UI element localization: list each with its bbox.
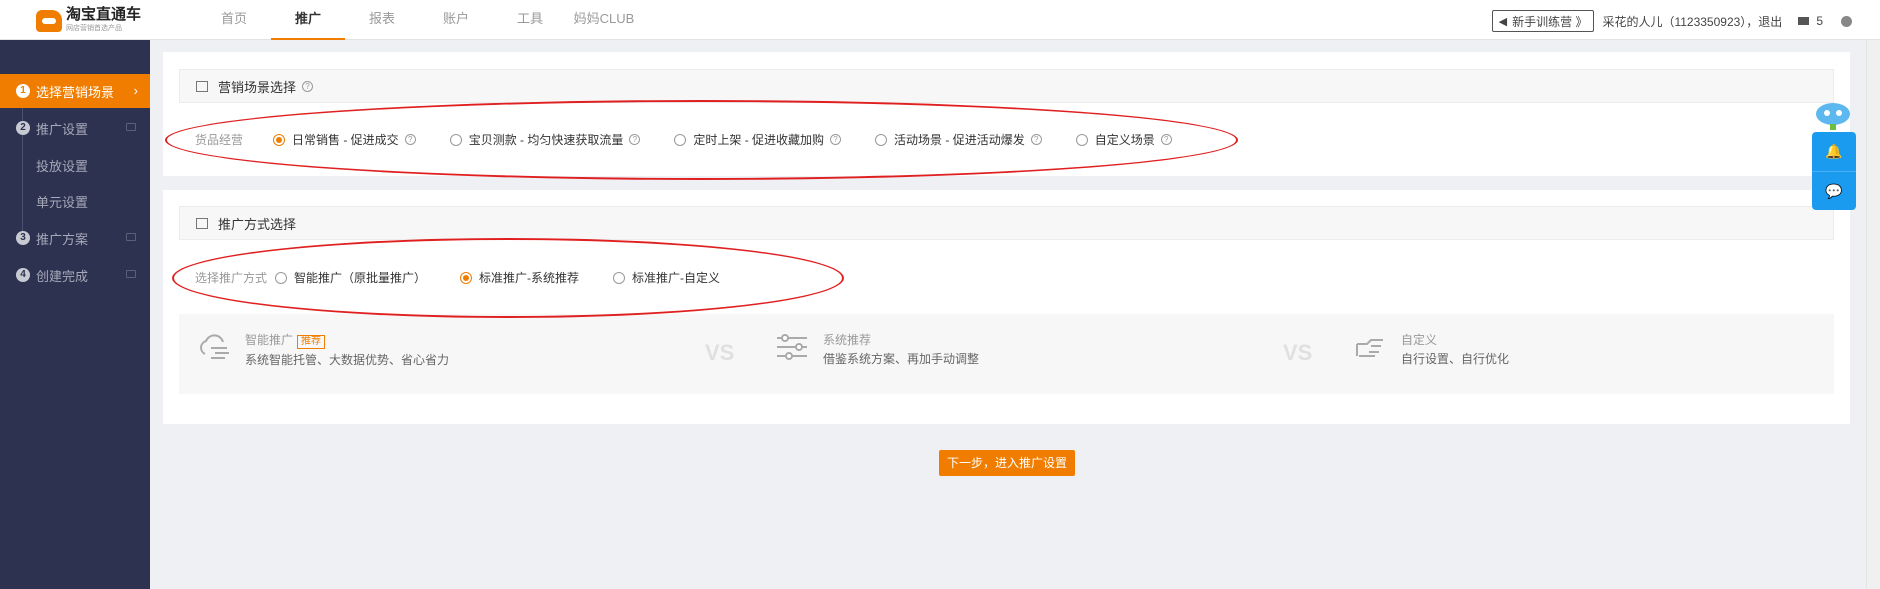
car-logo-icon (36, 9, 62, 32)
compare-item-system: 系统推荐 借鉴系统方案、再加手动调整 (775, 332, 979, 370)
sidebar-item-delivery-settings[interactable]: 投放设置 (0, 148, 150, 182)
compare-desc: 系统智能托管、大数据优势、省心省力 (245, 353, 450, 367)
compare-title: 智能推广 (245, 333, 294, 347)
compare-item-custom: 自定义 自行设置、自行优化 (1353, 332, 1509, 370)
sidebar-item-create-done[interactable]: 4 创建完成 (0, 258, 150, 292)
step-number: 2 (16, 121, 30, 135)
cloud-flow-icon (200, 334, 229, 359)
annotation-ellipse-scene (165, 100, 1238, 180)
user-logout-link[interactable]: 采花的人儿（1123350923），退出 (1602, 13, 1782, 30)
method-comparison: 智能推广 推荐 系统智能托管、大数据优势、省心省力 VS 系统推荐 借鉴系统方案、… (179, 314, 1834, 394)
lock-icon (126, 123, 136, 131)
sliders-icon (777, 334, 807, 360)
sidebar-item-label: 推广设置 (36, 121, 89, 137)
scene-section-header: 营销场景选择 ? (179, 69, 1834, 103)
sidebar-item-promo-plan[interactable]: 3 推广方案 (0, 221, 150, 255)
hand-point-icon (1356, 339, 1383, 357)
sidebar-item-select-scene[interactable]: 1 选择营销场景 › (0, 74, 150, 108)
sidebar-item-label: 选择营销场景 (36, 84, 115, 100)
top-bar: 淘宝直通车 网店营销首选产品 首页 推广 报表 账户 工具 妈妈CLUB ◀ 新… (0, 0, 1880, 40)
bell-icon[interactable]: 🔔 (1812, 132, 1856, 171)
mail-count: 5 (1816, 14, 1823, 28)
annotation-ellipse-method (172, 238, 844, 318)
sidebar-item-promo-settings[interactable]: 2 推广设置 (0, 111, 150, 145)
chevron-right-icon: › (133, 83, 138, 98)
paper-plane-icon: ◀ (1498, 15, 1508, 28)
compare-desc: 借鉴系统方案、再加手动调整 (823, 352, 980, 366)
sidebar-item-label: 创建完成 (36, 268, 89, 284)
nav-promotion[interactable]: 推广 (271, 0, 345, 40)
compare-desc: 自行设置、自行优化 (1401, 352, 1510, 366)
sidebar-item-label: 投放设置 (36, 158, 89, 174)
recommend-badge: 推荐 (297, 335, 326, 349)
sidebar-item-unit-settings[interactable]: 单元设置 (0, 184, 150, 218)
nav-reports[interactable]: 报表 (345, 0, 419, 40)
compare-item-smart: 智能推广 推荐 系统智能托管、大数据优势、省心省力 (197, 332, 449, 371)
document-icon (196, 217, 208, 229)
sidebar-item-label: 单元设置 (36, 194, 89, 210)
compare-title: 自定义 (1401, 333, 1438, 347)
step-number: 1 (16, 84, 30, 98)
vs-label: VS (705, 340, 735, 365)
training-camp-label: 新手训练营 》 (1512, 14, 1588, 29)
floating-toolbar: 🔔 💬 (1812, 132, 1856, 210)
mascot-icon[interactable] (1814, 100, 1852, 132)
mail-icon[interactable] (1798, 17, 1810, 25)
section-title: 营销场景选择 (218, 79, 297, 95)
nav-home[interactable]: 首页 (197, 0, 271, 40)
training-camp-button[interactable]: ◀ 新手训练营 》 (1491, 10, 1595, 32)
sidebar: 1 选择营销场景 › 2 推广设置 投放设置 单元设置 3 推广方案 4 创建完… (0, 40, 150, 589)
lock-icon (126, 270, 136, 278)
step-number: 3 (16, 231, 30, 245)
logo-title: 淘宝直通车 (66, 6, 142, 23)
help-icon[interactable]: ? (302, 80, 314, 92)
scrollbar[interactable] (1866, 40, 1880, 589)
vs-label: VS (1283, 340, 1313, 365)
logo[interactable]: 淘宝直通车 网店营销首选产品 (36, 6, 141, 35)
lock-icon (126, 233, 136, 241)
nav-tools[interactable]: 工具 (493, 0, 567, 40)
nav-account[interactable]: 账户 (419, 0, 493, 40)
chat-icon[interactable]: 💬 (1812, 171, 1856, 210)
sidebar-item-label: 推广方案 (36, 231, 89, 247)
next-step-button[interactable]: 下一步，进入推广设置 (939, 450, 1075, 476)
logo-subtitle: 网店营销首选产品 (66, 25, 122, 32)
step-number: 4 (16, 268, 30, 282)
help-circle-icon[interactable] (1841, 15, 1852, 27)
layers-icon (196, 80, 208, 92)
nav-mama-club[interactable]: 妈妈CLUB (567, 0, 641, 40)
section-title: 推广方式选择 (218, 216, 297, 232)
method-section-header: 推广方式选择 (179, 206, 1834, 240)
compare-title: 系统推荐 (823, 333, 872, 347)
main-nav: 首页 推广 报表 账户 工具 妈妈CLUB (197, 0, 641, 40)
